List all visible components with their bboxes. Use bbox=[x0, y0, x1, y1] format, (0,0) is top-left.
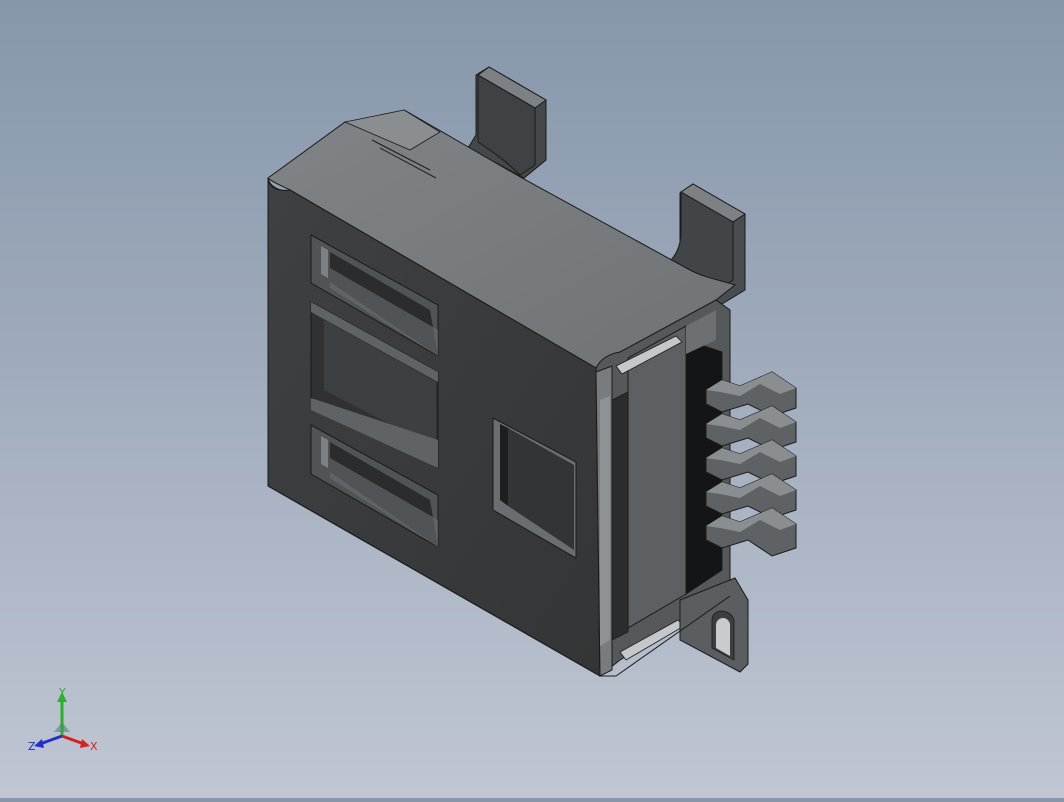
model-viewport[interactable] bbox=[0, 0, 1064, 798]
y-axis-label: Y bbox=[58, 686, 66, 699]
z-axis-label: Z bbox=[28, 740, 36, 753]
usb-connector-model[interactable] bbox=[0, 0, 1064, 798]
x-axis-label: X bbox=[90, 740, 98, 753]
x-axis-line bbox=[61, 734, 85, 746]
axis-triad: Y X Z bbox=[24, 682, 108, 758]
contact-pins bbox=[705, 371, 797, 557]
x-axis-arrow-icon bbox=[80, 739, 90, 748]
z-axis-line bbox=[39, 734, 63, 746]
